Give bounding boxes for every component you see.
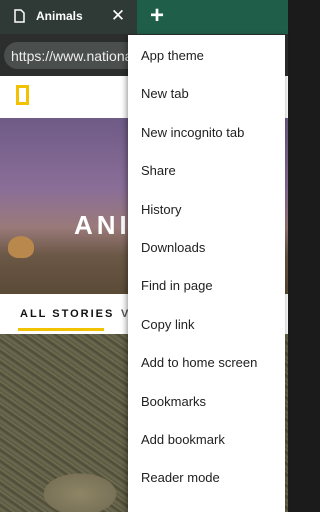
menu-item-history[interactable]: History	[128, 191, 285, 229]
url-text[interactable]: https://www.nationalgeographic.com	[11, 48, 129, 64]
nav-all-stories[interactable]: ALL STORIES	[20, 308, 114, 320]
document-icon	[14, 9, 25, 23]
tab-title: Animals	[36, 9, 83, 23]
hero-title: ANI	[74, 210, 131, 240]
nat-geo-logo-icon[interactable]	[16, 85, 29, 105]
animal-image	[8, 236, 34, 258]
menu-item-new-incognito-tab[interactable]: New incognito tab	[128, 114, 285, 152]
menu-item-app-theme[interactable]: App theme	[128, 37, 285, 75]
menu-item-find-in-page[interactable]: Find in page	[128, 267, 285, 305]
active-underline	[18, 328, 104, 331]
menu-item-reader-mode[interactable]: Reader mode	[128, 459, 285, 497]
menu-item-add-bookmark[interactable]: Add bookmark	[128, 421, 285, 459]
menu-item-downloads[interactable]: Downloads	[128, 229, 285, 267]
overflow-menu: App theme New tab New incognito tab Shar…	[128, 35, 285, 512]
plus-icon[interactable]: +	[146, 4, 168, 28]
menu-item-new-tab[interactable]: New tab	[128, 75, 285, 113]
menu-item-add-to-home-screen[interactable]: Add to home screen	[128, 344, 285, 382]
menu-item-share[interactable]: Share	[128, 152, 285, 190]
tab-animals[interactable]: Animals ✕	[0, 0, 137, 34]
menu-item-bookmarks[interactable]: Bookmarks	[128, 383, 285, 421]
tab-bar: Animals ✕ +	[0, 0, 288, 34]
menu-item-copy-link[interactable]: Copy link	[128, 306, 285, 344]
close-icon[interactable]: ✕	[110, 6, 126, 26]
